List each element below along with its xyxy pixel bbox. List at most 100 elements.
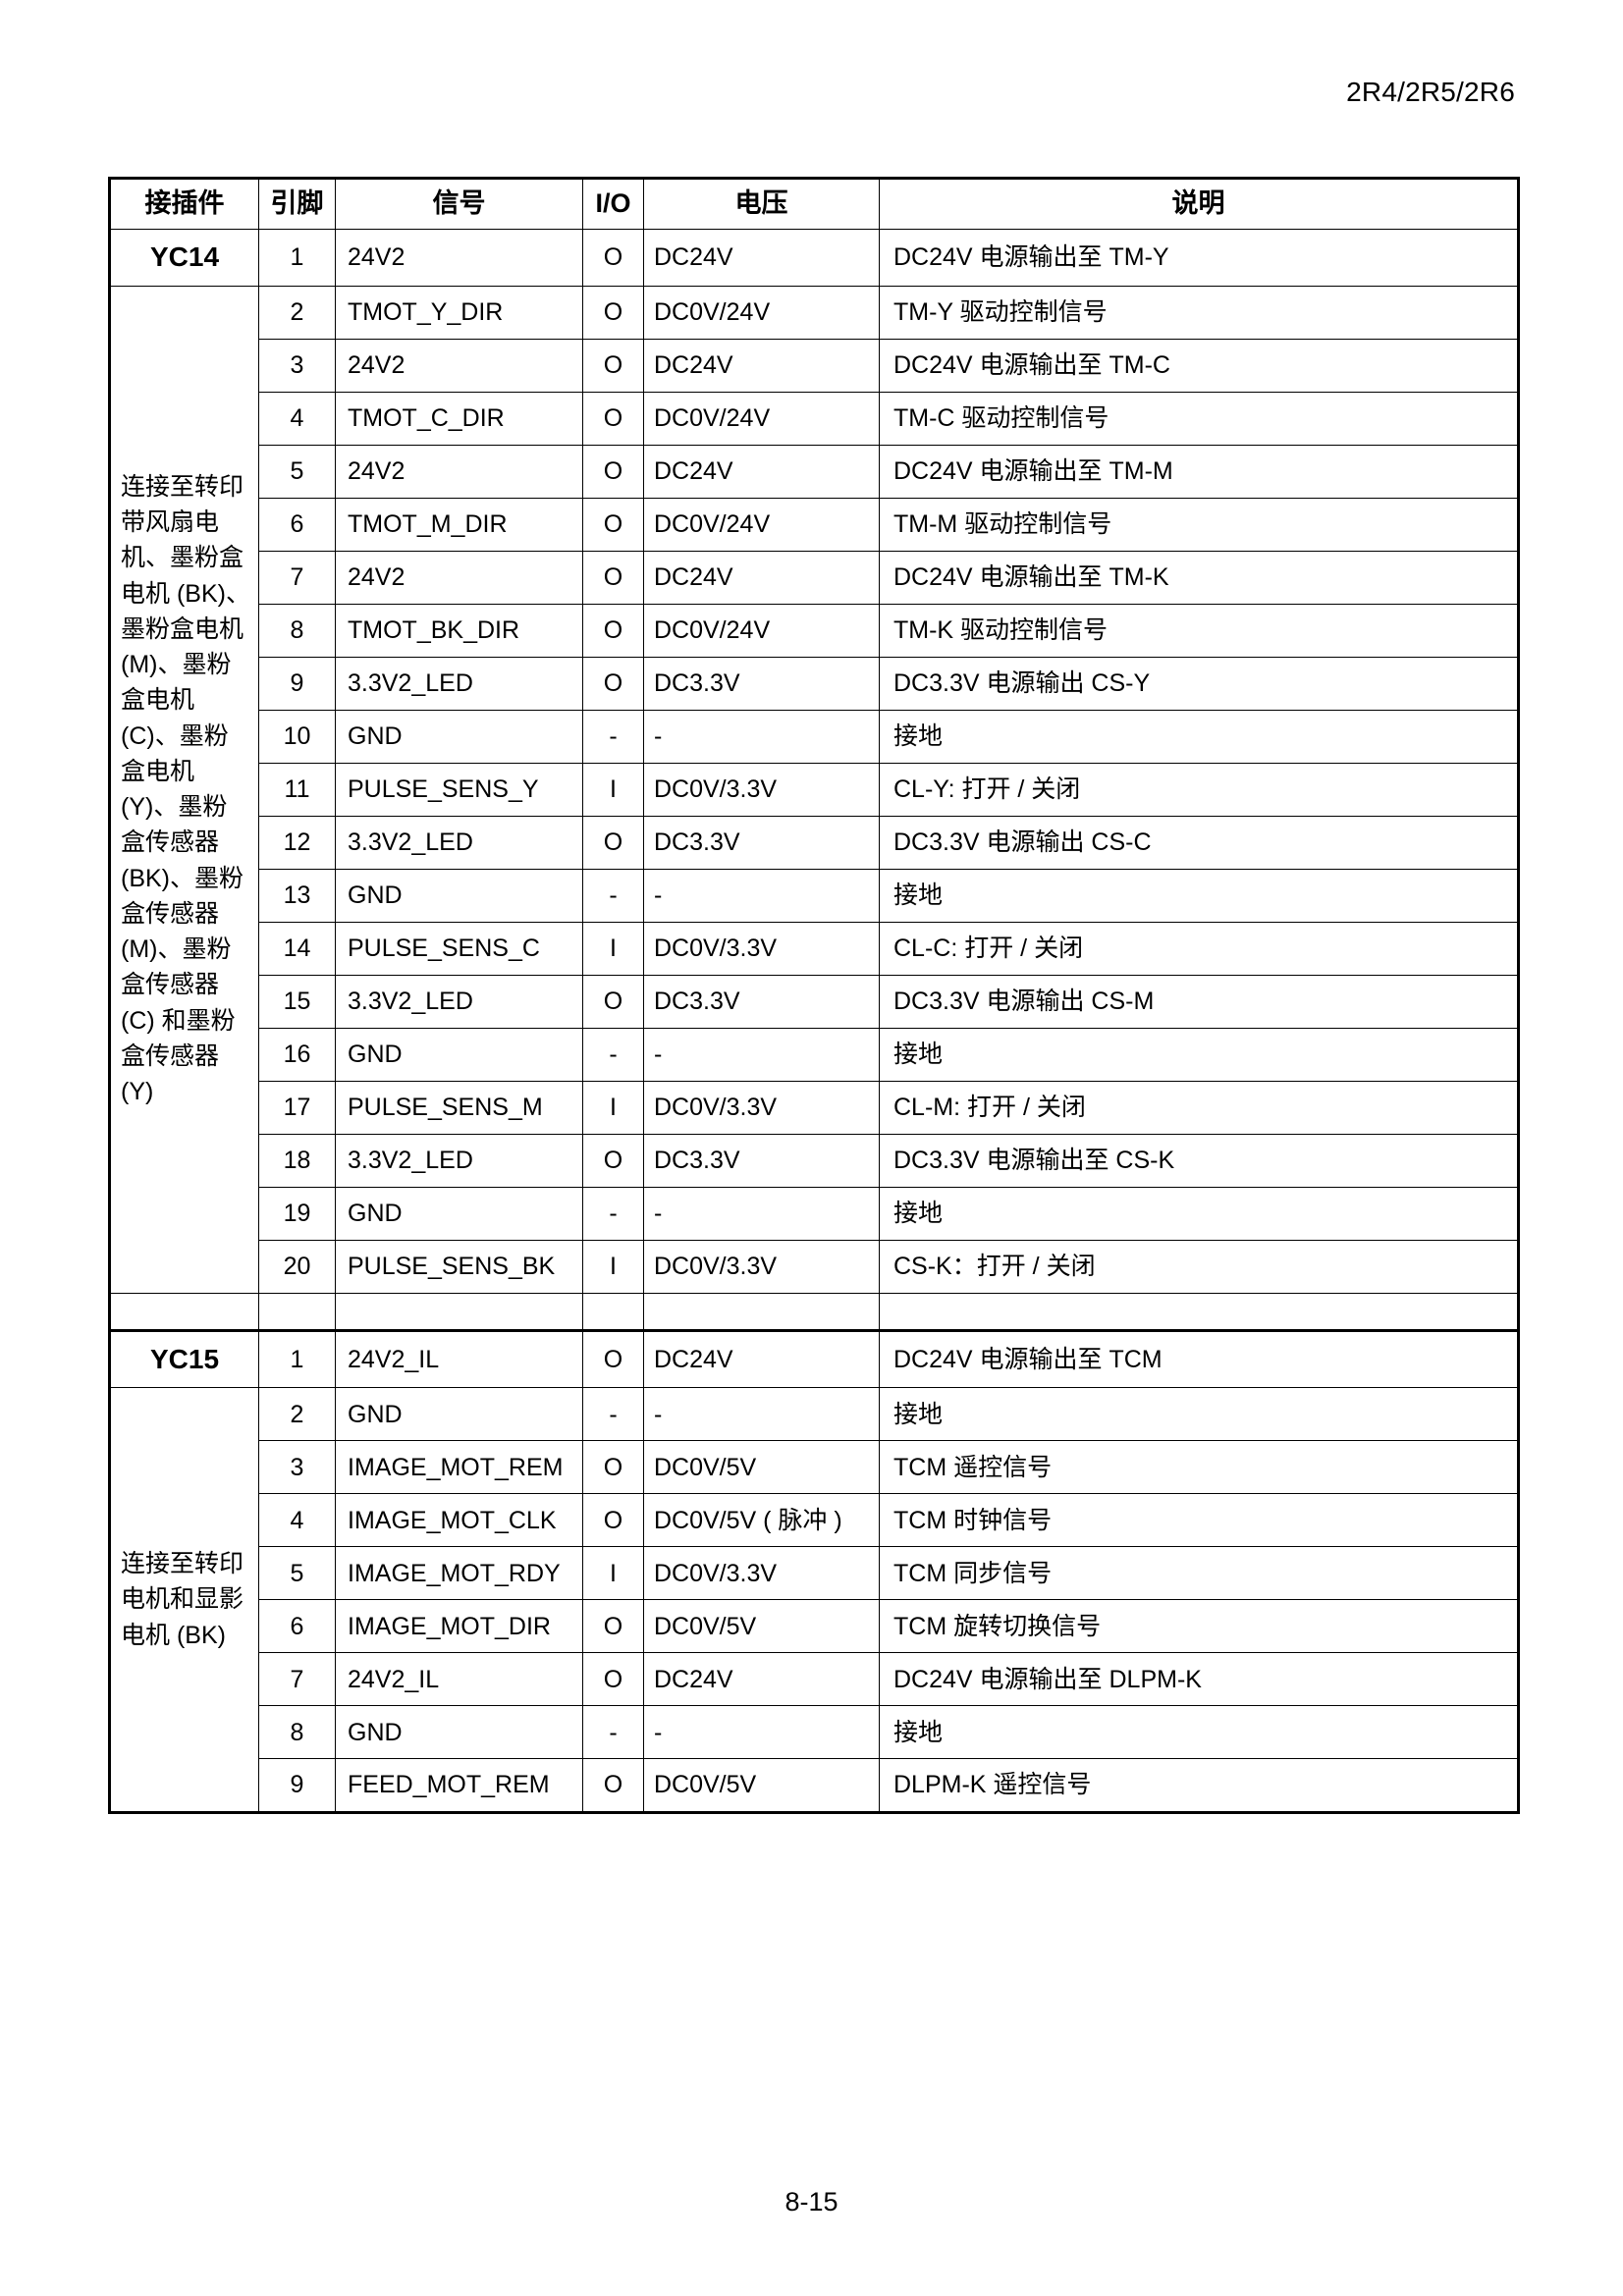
io-cell: O <box>582 1440 644 1495</box>
page-header-model-codes: 2R4/2R5/2R6 <box>1346 77 1515 107</box>
pin-cell: 2 <box>258 1387 336 1442</box>
signal-cell: GND <box>335 1027 583 1082</box>
voltage-cell: DC0V/5V <box>643 1599 880 1654</box>
table-row: 6 TMOT_M_DIR O DC0V/24V TM-M 驱动控制信号 <box>110 497 1519 552</box>
description-cell: DC24V 电源输出至 TM-M <box>879 444 1519 499</box>
description-cell: 接地 <box>879 1705 1519 1760</box>
voltage-cell: DC24V <box>643 229 880 287</box>
table-body: YC14 1 24V2 O DC24V DC24V 电源输出至 TM-Y 连接至转印带风扇电… <box>108 229 1520 1813</box>
signal-cell: 3.3V2_LED <box>335 974 583 1029</box>
block-separator-cell <box>108 1293 259 1332</box>
table-row: 5 24V2 O DC24V DC24V 电源输出至 TM-M <box>110 444 1519 499</box>
connector-pinout-table-wrapper: 接插件 引脚 信号 I/O 电压 说明 YC14 1 24V2 O DC24V DC24V… <box>108 177 1520 1814</box>
io-cell: - <box>582 868 644 923</box>
description-cell: DC24V 电源输出至 TM-Y <box>879 229 1519 287</box>
table-row: 连接至转印电机和显影电机 (BK) 2 GND - - 接地 <box>109 1387 1519 1813</box>
column-header-connector: 接插件 <box>109 178 259 230</box>
table-header-row: 接插件 引脚 信号 I/O 电压 说明 <box>109 178 1519 230</box>
table-row: 连接至转印带风扇电机、墨粉盒电机 (BK)、墨粉盒电机 (M)、墨粉盒电机 (C… <box>109 285 1519 1294</box>
table-row: 4 TMOT_C_DIR O DC0V/24V TM-C 驱动控制信号 <box>110 391 1519 446</box>
column-header-pin: 引脚 <box>258 178 336 230</box>
signal-cell: GND <box>335 1705 583 1760</box>
description-cell: 接地 <box>879 1186 1519 1241</box>
pin-cell: 14 <box>258 921 336 976</box>
pin-cell: 10 <box>258 709 336 764</box>
voltage-cell: - <box>643 709 880 764</box>
column-header-io: I/O <box>582 178 644 230</box>
connector-name-cell: YC15 <box>109 1329 259 1389</box>
block-separator-cell <box>335 1293 583 1332</box>
pin-cell: 13 <box>258 868 336 923</box>
block-separator-cell <box>879 1293 1520 1332</box>
description-cell: TCM 时钟信号 <box>879 1493 1519 1548</box>
description-cell: CS-K：打开 / 关闭 <box>879 1239 1519 1294</box>
column-header-signal: 信号 <box>335 178 583 230</box>
voltage-cell: DC0V/24V <box>643 391 880 446</box>
description-cell: TM-Y 驱动控制信号 <box>879 285 1519 340</box>
description-cell: DC3.3V 电源输出 CS-M <box>879 974 1519 1029</box>
pin-cell: 9 <box>258 656 336 711</box>
voltage-cell: DC0V/3.3V <box>643 762 880 817</box>
table-header: 接插件 引脚 信号 I/O 电压 说明 <box>109 178 1519 230</box>
io-cell: O <box>582 497 644 552</box>
description-cell: DC3.3V 电源输出至 CS-K <box>879 1133 1519 1188</box>
signal-cell: PULSE_SENS_C <box>335 921 583 976</box>
signal-cell: IMAGE_MOT_REM <box>335 1440 583 1495</box>
voltage-cell: DC24V <box>643 444 880 499</box>
description-cell: CL-C: 打开 / 关闭 <box>879 921 1519 976</box>
signal-cell: 24V2_IL <box>335 1329 583 1389</box>
description-cell: TM-C 驱动控制信号 <box>879 391 1519 446</box>
io-cell: - <box>582 1387 644 1442</box>
table-row: 17 PULSE_SENS_M I DC0V/3.3V CL-M: 打开 / 关闭 <box>110 1080 1519 1135</box>
description-cell: TM-K 驱动控制信号 <box>879 603 1519 658</box>
pin-cell: 8 <box>258 1705 336 1760</box>
voltage-cell: - <box>643 1387 880 1442</box>
io-cell: - <box>582 709 644 764</box>
voltage-cell: DC0V/24V <box>643 497 880 552</box>
io-cell: O <box>582 1758 644 1813</box>
io-cell: I <box>582 1080 644 1135</box>
pin-cell: 8 <box>258 603 336 658</box>
table-row: 11 PULSE_SENS_Y I DC0V/3.3V CL-Y: 打开 / 关闭 <box>110 762 1519 817</box>
column-header-description: 说明 <box>879 178 1519 230</box>
table-row: 12 3.3V2_LED O DC3.3V DC3.3V 电源输出 CS-C <box>110 815 1519 870</box>
page-footer-number: 8-15 <box>784 2187 839 2216</box>
io-cell: I <box>582 921 644 976</box>
io-cell: O <box>582 974 644 1029</box>
signal-cell: IMAGE_MOT_CLK <box>335 1493 583 1548</box>
signal-cell: 24V2_IL <box>335 1652 583 1707</box>
signal-cell: TMOT_BK_DIR <box>335 603 583 658</box>
description-cell: DC24V 电源输出至 TM-K <box>879 550 1519 605</box>
description-cell: DC24V 电源输出至 TCM <box>879 1329 1519 1389</box>
signal-cell: GND <box>335 1186 583 1241</box>
connector-description-cell: 连接至转印电机和显影电机 (BK) <box>109 1387 259 1813</box>
pin-cell: 9 <box>258 1758 336 1813</box>
voltage-cell: DC3.3V <box>643 974 880 1029</box>
column-header-voltage: 电压 <box>643 178 880 230</box>
io-cell: O <box>582 815 644 870</box>
signal-cell: 24V2 <box>335 338 583 393</box>
table-row: 6 IMAGE_MOT_DIR O DC0V/5V TCM 旋转切换信号 <box>110 1599 1519 1654</box>
pin-cell: 3 <box>258 1440 336 1495</box>
io-cell: O <box>582 1493 644 1548</box>
voltage-cell: - <box>643 1705 880 1760</box>
table-row: 8 GND - - 接地 <box>110 1705 1519 1760</box>
signal-cell: IMAGE_MOT_DIR <box>335 1599 583 1654</box>
signal-cell: PULSE_SENS_M <box>335 1080 583 1135</box>
description-cell: 接地 <box>879 1027 1519 1082</box>
pin-cell: 5 <box>258 1546 336 1601</box>
voltage-cell: - <box>643 1027 880 1082</box>
table-row: 7 24V2 O DC24V DC24V 电源输出至 TM-K <box>110 550 1519 605</box>
signal-cell: TMOT_M_DIR <box>335 497 583 552</box>
table-row: 5 IMAGE_MOT_RDY I DC0V/3.3V TCM 同步信号 <box>110 1546 1519 1601</box>
connector-description-cell: 连接至转印带风扇电机、墨粉盒电机 (BK)、墨粉盒电机 (M)、墨粉盒电机 (C… <box>109 285 259 1294</box>
block-separator-cell <box>258 1293 336 1332</box>
description-cell: 接地 <box>879 709 1519 764</box>
description-cell: 接地 <box>879 868 1519 923</box>
voltage-cell: DC24V <box>643 1652 880 1707</box>
description-cell: TM-M 驱动控制信号 <box>879 497 1519 552</box>
table-row: 18 3.3V2_LED O DC3.3V DC3.3V 电源输出至 CS-K <box>110 1133 1519 1188</box>
block-separator-cell <box>643 1293 880 1332</box>
table-row: 4 IMAGE_MOT_CLK O DC0V/5V ( 脉冲 ) TCM 时钟信号 <box>110 1493 1519 1548</box>
io-cell: O <box>582 656 644 711</box>
